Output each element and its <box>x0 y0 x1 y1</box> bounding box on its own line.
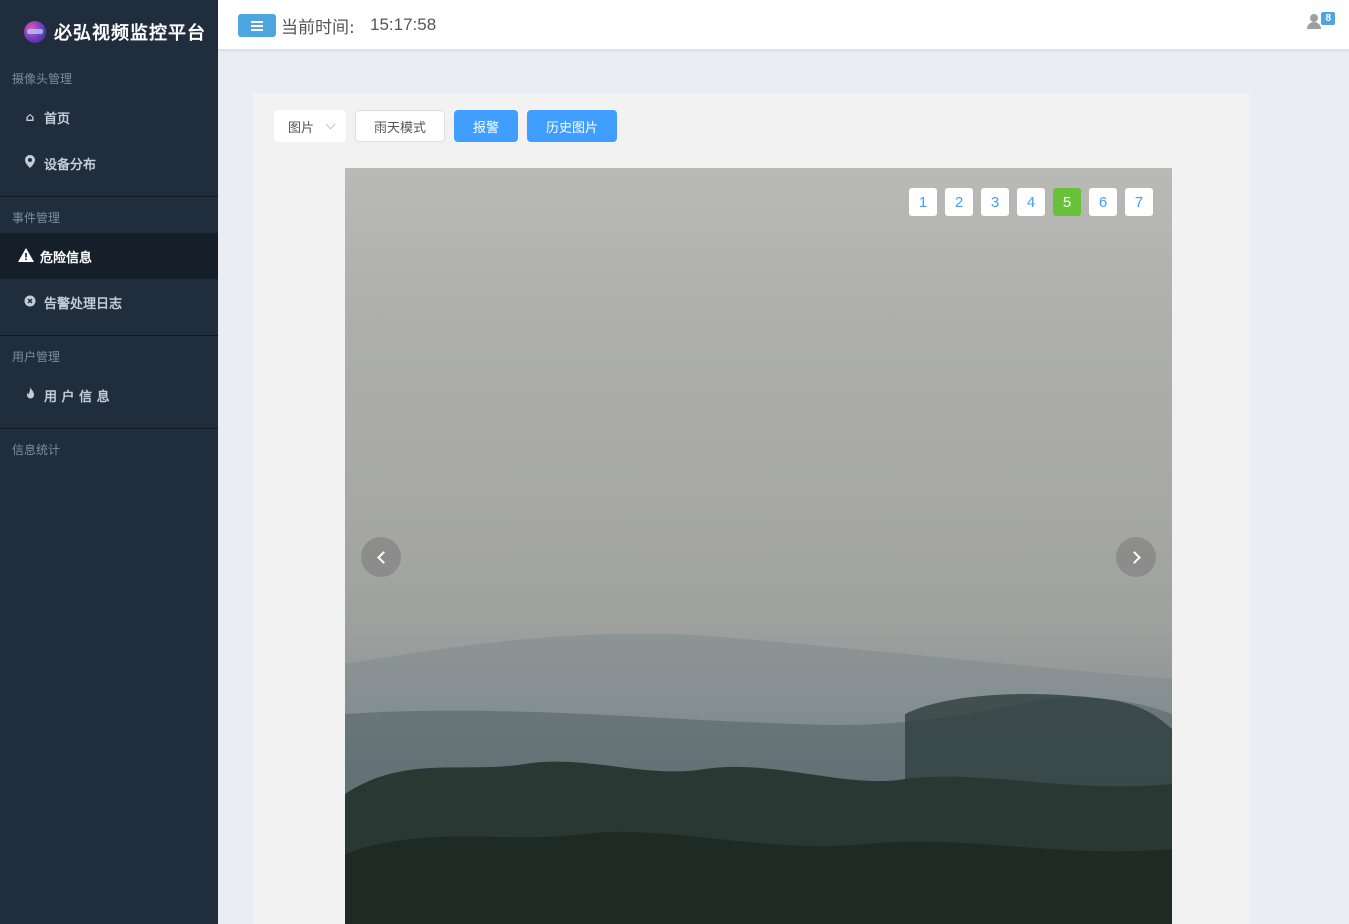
user-icon[interactable] <box>1307 14 1321 30</box>
hamburger-icon <box>251 20 263 23</box>
brand: 必弘视频监控平台 <box>0 0 218 64</box>
select-value: 图片 <box>288 120 315 136</box>
time-label: 当前时间: <box>281 18 355 38</box>
map-marker-icon <box>22 155 38 171</box>
page-button[interactable]: 3 <box>981 188 1009 216</box>
carousel-prev-button[interactable] <box>361 537 401 577</box>
sidebar-item-alarm-log[interactable]: 告警处理日志 <box>0 279 218 325</box>
top-header: 当前时间: 15:17:58 8 <box>218 0 1349 50</box>
sidebar-item-label: 设备分布 <box>44 157 97 173</box>
sidebar-item-label: 告警处理日志 <box>44 296 123 312</box>
image-carousel[interactable]: 1 2 3 4 5 6 7 <box>345 168 1172 924</box>
fire-icon <box>22 387 38 403</box>
page-button[interactable]: 1 <box>909 188 937 216</box>
sidebar-item-device-map[interactable]: 设备分布 <box>0 140 218 186</box>
log-icon <box>22 295 38 310</box>
history-images-button[interactable]: 历史图片 <box>527 110 618 142</box>
brand-logo-icon <box>24 21 46 43</box>
toolbar: 图片 雨天模式 报警 历史图片 <box>274 110 618 142</box>
chevron-left-icon <box>376 550 390 564</box>
time-value: 15:17:58 <box>370 15 437 34</box>
group-title-statistics[interactable]: 信息统计 <box>0 435 218 465</box>
alarm-button[interactable]: 报警 <box>454 110 519 142</box>
page-button[interactable]: 2 <box>945 188 973 216</box>
media-type-select[interactable]: 图片 <box>274 110 346 142</box>
sidebar-item-label: 危险信息 <box>40 250 93 266</box>
chevron-right-icon <box>1127 550 1141 564</box>
warning-icon <box>18 247 34 265</box>
sidebar: 必弘视频监控平台 摄像头管理 ⌂ 首页 设备分布 事件管理 危险信息 告警处理日… <box>0 0 218 924</box>
brand-title: 必弘视频监控平台 <box>54 23 206 44</box>
camera-image <box>345 633 1172 924</box>
carousel-next-button[interactable] <box>1116 537 1156 577</box>
sidebar-item-user-info[interactable]: 用 户 信 息 <box>0 372 218 418</box>
content-panel: 图片 雨天模式 报警 历史图片 1 2 3 4 5 6 7 <box>253 93 1250 924</box>
sidebar-item-home[interactable]: ⌂ 首页 <box>0 94 218 140</box>
sidebar-item-label: 用 户 信 息 <box>44 389 110 405</box>
carousel-pager: 1 2 3 4 5 6 7 <box>909 188 1153 216</box>
menu-toggle-button[interactable] <box>238 14 276 37</box>
group-title-users: 用户管理 <box>12 350 61 364</box>
chevron-down-icon <box>325 119 336 130</box>
sidebar-item-danger-info[interactable]: 危险信息 <box>0 233 218 279</box>
page-button[interactable]: 7 <box>1125 188 1153 216</box>
group-title-camera: 摄像头管理 <box>12 72 73 86</box>
group-title-events: 事件管理 <box>12 211 61 225</box>
page-button-active[interactable]: 5 <box>1053 188 1081 216</box>
rain-mode-button[interactable]: 雨天模式 <box>355 110 446 142</box>
notification-badge: 8 <box>1321 12 1335 25</box>
page-button[interactable]: 4 <box>1017 188 1045 216</box>
page-button[interactable]: 6 <box>1089 188 1117 216</box>
home-icon: ⌂ <box>25 110 35 124</box>
sidebar-item-label: 首页 <box>44 111 71 127</box>
